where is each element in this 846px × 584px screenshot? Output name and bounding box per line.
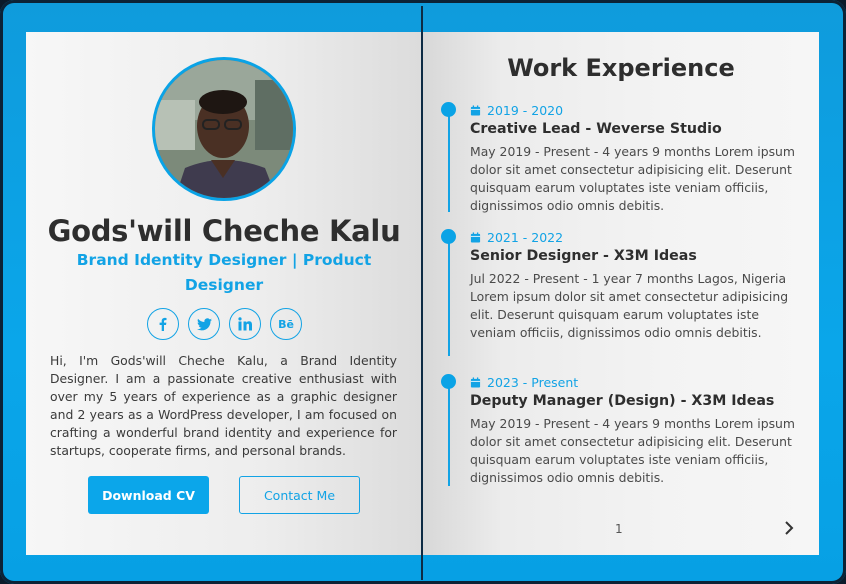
experience-item: 2019 - 2020 Creative Lead - Weverse Stud…	[470, 101, 800, 215]
experience-item: 2023 - Present Deputy Manager (Design) -…	[470, 373, 800, 487]
behance-icon[interactable]: Bē	[270, 308, 302, 340]
timeline-line	[448, 237, 450, 356]
experience-title: Senior Designer - X3M Ideas	[470, 248, 697, 264]
profile-bio: Hi, I'm Gods'will Cheche Kalu, a Brand I…	[50, 353, 397, 458]
profile-name: Gods'will Cheche Kalu	[47, 214, 401, 248]
experience-description: Jul 2022 - Present - 1 year 7 months Lag…	[470, 271, 789, 340]
experience-title: Creative Lead - Weverse Studio	[470, 121, 722, 137]
calendar-icon	[470, 231, 481, 243]
chevron-right-icon[interactable]	[781, 519, 797, 537]
calendar-icon	[470, 376, 481, 388]
timeline-line	[448, 110, 450, 212]
experience-description: May 2019 - Present - 4 years 9 months Lo…	[470, 416, 795, 485]
contact-me-button[interactable]: Contact Me	[239, 476, 360, 514]
experience-description: May 2019 - Present - 4 years 9 months Lo…	[470, 144, 795, 213]
experience-item: 2021 - 2022 Senior Designer - X3M Ideas …	[470, 228, 800, 342]
twitter-icon[interactable]	[188, 308, 220, 340]
timeline-dot	[441, 229, 456, 244]
book-spine	[421, 6, 423, 580]
work-experience-title: Work Experience	[507, 54, 735, 82]
experience-dates: 2019 - 2020	[487, 102, 564, 118]
experience-title: Deputy Manager (Design) - X3M Ideas	[470, 393, 775, 409]
profile-role: Brand Identity Designer | Product Design…	[76, 251, 372, 294]
calendar-icon	[470, 104, 481, 116]
experience-dates: 2021 - 2022	[487, 229, 564, 245]
experience-dates: 2023 - Present	[487, 374, 579, 390]
facebook-icon[interactable]	[147, 308, 179, 340]
timeline-line	[448, 382, 450, 486]
timeline-dot	[441, 374, 456, 389]
page-number: 1	[615, 522, 623, 536]
timeline-dot	[441, 102, 456, 117]
linkedin-icon[interactable]	[229, 308, 261, 340]
social-links: Bē	[147, 308, 302, 340]
avatar	[152, 57, 296, 201]
download-cv-button[interactable]: Download CV	[88, 476, 209, 514]
